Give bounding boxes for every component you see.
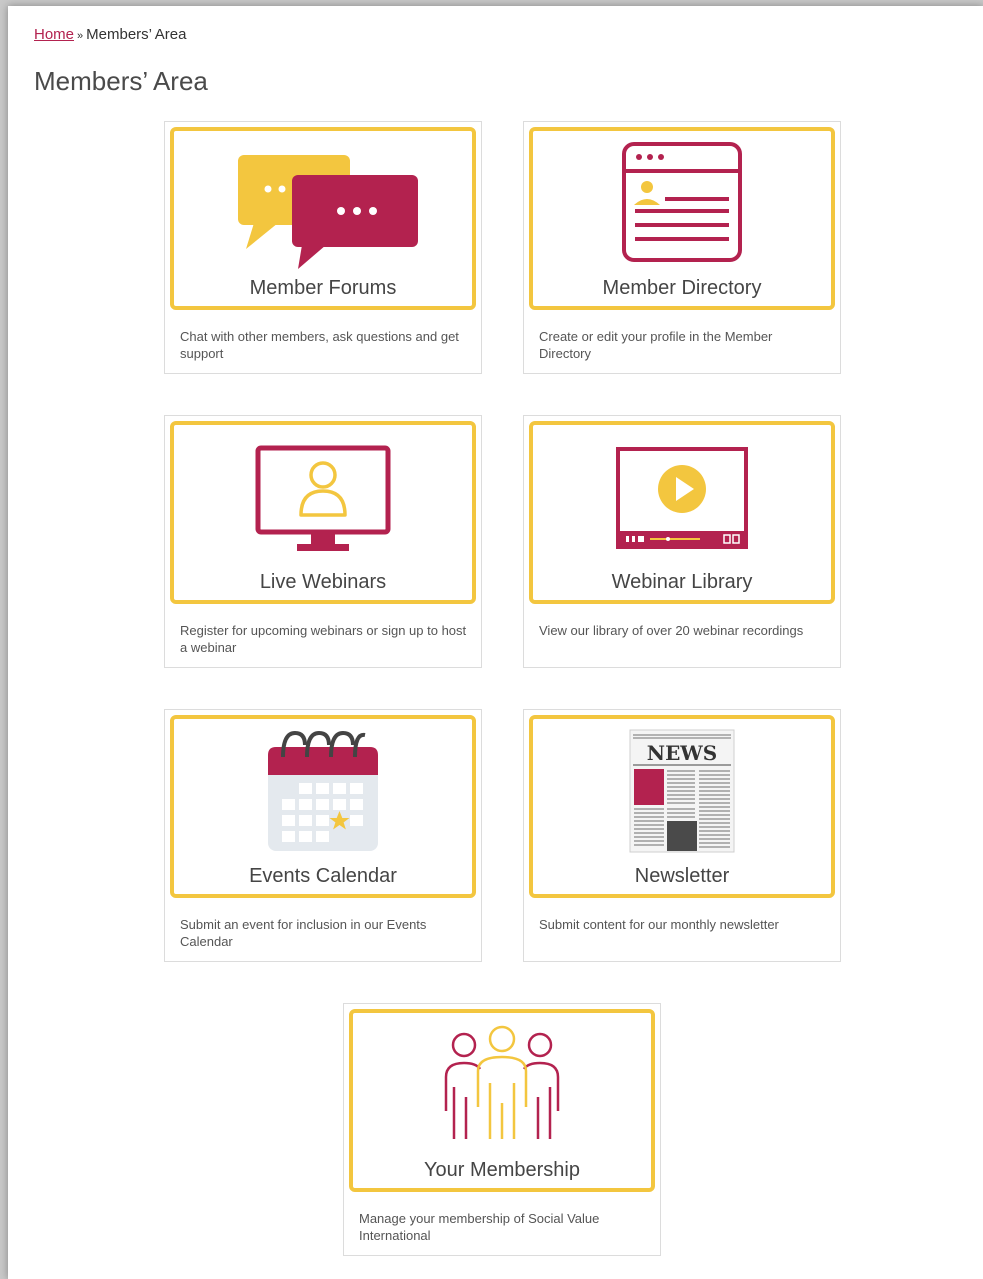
card-title: Live Webinars [259,571,387,593]
card-title: Newsletter [634,865,730,887]
newspaper-icon: NEWS [629,729,735,853]
video-player-icon [616,447,748,549]
card-tile[interactable]: Webinar Library [529,421,835,604]
page-title: Members’ Area [34,66,208,96]
card-webinar-library[interactable]: Webinar Library View our library of over… [523,415,841,668]
card-member-directory[interactable]: Member Directory Create or edit your pro… [523,121,841,374]
card-title: Member Directory [602,277,762,299]
card-tile[interactable]: Events Calendar [170,715,476,898]
card-tile[interactable]: Member Forums [170,127,476,310]
card-tile[interactable]: Your Membership [349,1009,655,1192]
card-newsletter[interactable]: NEWS Newsletter Submit content for our m… [523,709,841,962]
card-title: Your Membership [423,1159,580,1181]
card-description: Submit content for our monthly newslette… [539,917,779,932]
card-description: Submit an event for inclusion in our Eve… [180,917,427,949]
card-description: Register for upcoming webinars or sign u… [180,623,467,655]
card-title: Events Calendar [249,865,397,887]
card-member-forums[interactable]: Member Forums Chat with other members, a… [164,121,482,374]
card-title: Webinar Library [611,571,753,593]
monitor-user-icon [255,445,391,551]
people-group-icon [444,1025,560,1139]
breadcrumb-home-link[interactable]: Home [34,26,74,43]
breadcrumb: Home» Members’ Area [34,26,186,43]
newspaper-headline: NEWS [647,741,717,765]
card-description: Chat with other members, ask questions a… [180,329,459,361]
card-tile[interactable]: Member Directory [529,127,835,310]
card-description: View our library of over 20 webinar reco… [539,623,804,638]
chat-bubbles-icon [238,155,418,269]
breadcrumb-separator: » [77,30,84,42]
card-your-membership[interactable]: Your Membership Manage your membership o… [343,1003,661,1256]
calendar-icon [268,730,378,851]
profile-window-icon [622,142,742,262]
breadcrumb-current: Members’ Area [86,26,187,43]
card-description: Manage your membership of Social Value I… [359,1211,600,1243]
card-title: Member Forums [249,277,397,299]
card-description: Create or edit your profile in the Membe… [539,329,773,361]
card-live-webinars[interactable]: Live Webinars Register for upcoming webi… [164,415,482,668]
card-tile[interactable]: NEWS Newsletter [529,715,835,898]
card-events-calendar[interactable]: Events Calendar Submit an event for incl… [164,709,482,962]
page: Home» Members’ Area Members’ Area Member … [8,6,983,1279]
card-tile[interactable]: Live Webinars [170,421,476,604]
